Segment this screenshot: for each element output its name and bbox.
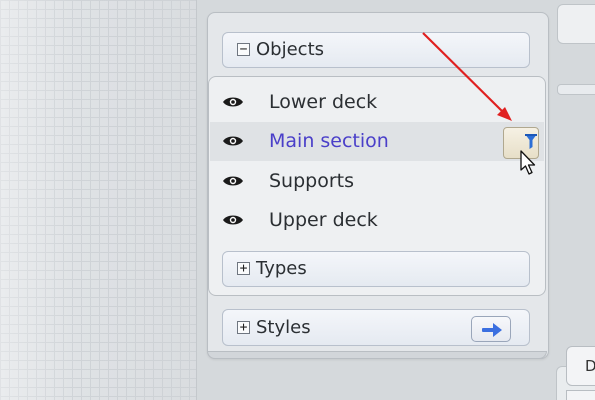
object-item-lower-deck[interactable]: Lower deck	[210, 83, 544, 122]
right-panel-tab-label: D	[585, 357, 595, 375]
object-item-upper-deck[interactable]: Upper deck	[210, 201, 544, 240]
eye-icon[interactable]	[222, 95, 244, 109]
objects-section-label: Objects	[256, 39, 325, 60]
collapse-toggle[interactable]: −	[237, 43, 250, 56]
expand-toggle[interactable]: +	[237, 262, 250, 275]
object-item-label: Lower deck	[269, 91, 378, 113]
right-panel-bar	[557, 84, 595, 95]
app-screen: D − Objects Lower deck Main section Supp…	[0, 0, 595, 400]
object-item-label: Supports	[269, 170, 355, 192]
viewport-shading	[0, 0, 196, 400]
right-panel-tab[interactable]: D	[566, 346, 595, 386]
arrow-right-icon	[482, 323, 502, 337]
types-section-label: Types	[256, 258, 307, 279]
eye-icon[interactable]	[222, 134, 244, 148]
styles-go-button[interactable]	[471, 316, 511, 342]
objects-section-header[interactable]: − Objects	[222, 32, 530, 68]
object-item-main-section[interactable]: Main section	[210, 122, 544, 161]
filter-icon	[525, 134, 537, 149]
panel-bottom-edge	[207, 351, 547, 359]
eye-icon[interactable]	[222, 174, 244, 188]
object-item-supports[interactable]: Supports	[210, 162, 544, 201]
right-panel-box-top[interactable]	[557, 4, 595, 44]
styles-section-label: Styles	[256, 317, 311, 338]
expand-toggle[interactable]: +	[237, 321, 250, 334]
mouse-cursor-icon	[520, 150, 536, 175]
types-section-header[interactable]: + Types	[222, 251, 530, 287]
eye-icon[interactable]	[222, 213, 244, 227]
object-item-label: Main section	[269, 130, 389, 152]
right-panel-field[interactable]	[566, 390, 595, 400]
object-item-label: Upper deck	[269, 209, 378, 231]
